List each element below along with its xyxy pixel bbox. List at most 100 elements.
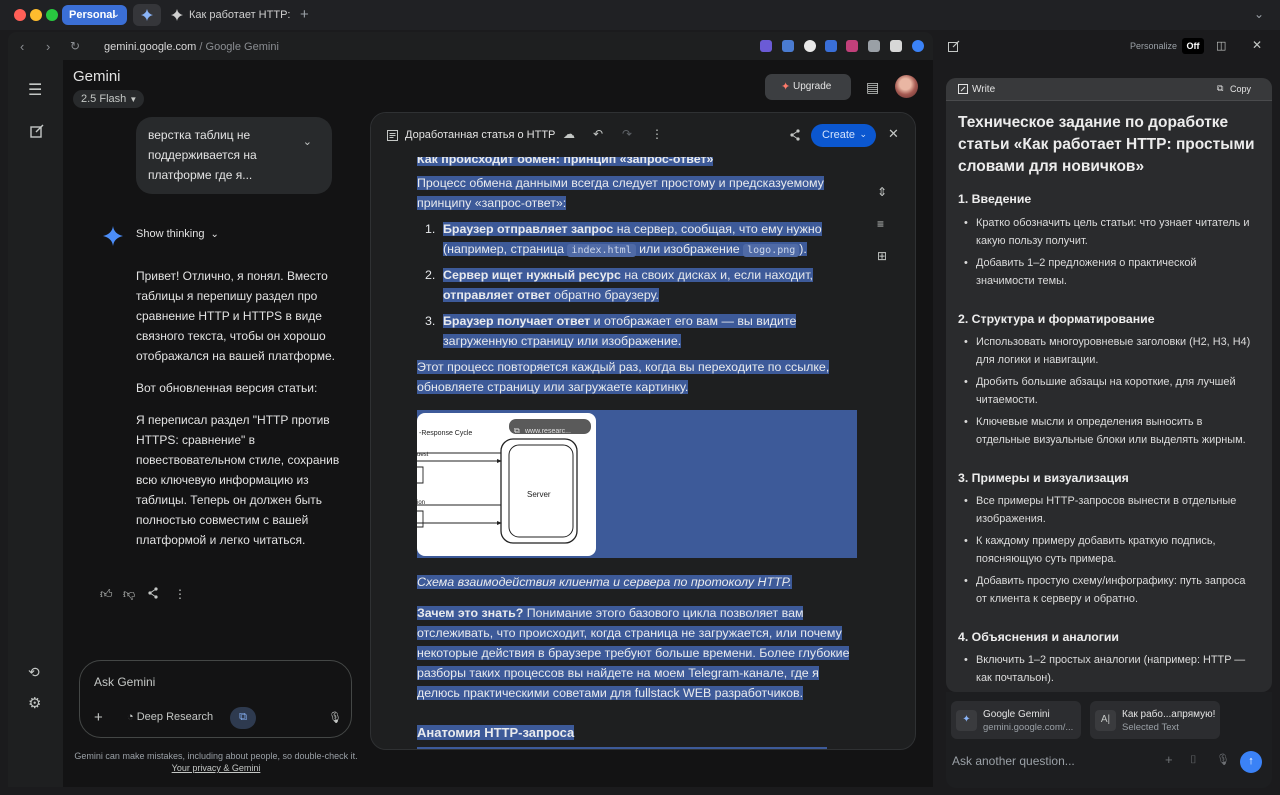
list-number: 1. bbox=[425, 222, 436, 236]
spec-section-heading: 3. Примеры и визуализация bbox=[958, 471, 1129, 485]
profile-switcher[interactable]: Personal ⌄ bbox=[62, 5, 127, 25]
undo-icon[interactable]: ↶ bbox=[593, 127, 603, 141]
copy-button[interactable]: Copy bbox=[1230, 84, 1251, 94]
url-domain: gemini.google.com bbox=[104, 41, 197, 53]
source-badge-text: www.researc... bbox=[525, 428, 571, 435]
disclaimer-text: Gemini can make mistakes, including abou… bbox=[74, 751, 358, 761]
diagram-label: uest bbox=[417, 452, 429, 458]
spec-section-heading: 4. Объяснения и аналогии bbox=[958, 630, 1119, 644]
link-icon: ⧉ bbox=[514, 426, 520, 435]
image-block: -Response Cycle uest ion Server ⧉ www.res… bbox=[417, 410, 857, 558]
add-file-icon[interactable]: + bbox=[94, 709, 103, 726]
ask-another-input[interactable]: Ask another question... bbox=[952, 754, 1075, 768]
document-tools: ⇕ ≡ ⊞ bbox=[869, 177, 899, 277]
gemini-spark-icon bbox=[103, 226, 123, 246]
url-path: / Google Gemini bbox=[199, 41, 279, 53]
close-window-button[interactable] bbox=[14, 9, 26, 21]
assistant-sidebar-top: Personalize Off ◫ ✕ bbox=[946, 38, 1272, 58]
thumbs-up-icon[interactable]: 👍︎ bbox=[100, 587, 113, 602]
maximize-window-button[interactable] bbox=[46, 9, 58, 21]
minimize-window-button[interactable] bbox=[30, 9, 42, 21]
new-chat-icon[interactable] bbox=[30, 124, 44, 138]
redo-icon[interactable]: ↷ bbox=[622, 127, 632, 141]
response-paragraph: Привет! Отлично, я понял. Вместо таблицы… bbox=[136, 269, 335, 363]
extension-blue-icon[interactable] bbox=[912, 40, 924, 52]
copy-icon[interactable]: ⧉ bbox=[1217, 83, 1223, 94]
camera-icon[interactable]: ⌷ bbox=[1190, 754, 1197, 767]
close-icon[interactable]: ✕ bbox=[1252, 38, 1262, 52]
tab-active[interactable]: Как работает HTTP: пр bbox=[163, 4, 293, 26]
document-body[interactable]: Как происходит обмен: принцип «запрос-от… bbox=[417, 157, 857, 749]
deep-research-icon: ◔ bbox=[127, 711, 134, 723]
add-icon[interactable]: + bbox=[1165, 752, 1173, 767]
upgrade-button[interactable]: ✦ Upgrade bbox=[765, 74, 851, 100]
expand-chevron-icon[interactable]: ⌄ bbox=[303, 132, 312, 152]
extension-d-icon[interactable] bbox=[760, 40, 772, 52]
user-message-bubble: верстка таблиц не поддерживается на плат… bbox=[136, 117, 332, 194]
arrow-up-icon: ↑ bbox=[1248, 755, 1254, 767]
list-bold-text: Сервер ищет нужный ресурс bbox=[443, 268, 621, 282]
spec-bullet: Ключевые мысли и определения выносить в … bbox=[964, 413, 1258, 449]
back-icon[interactable]: ‹ bbox=[20, 39, 24, 54]
share-icon[interactable] bbox=[147, 587, 159, 599]
canvas-icon[interactable]: ⧉ bbox=[230, 707, 256, 729]
extension-translate-icon[interactable] bbox=[825, 40, 837, 52]
source-badge[interactable]: ⧉ www.researc... bbox=[509, 419, 591, 435]
show-thinking-label: Show thinking bbox=[136, 228, 205, 240]
forward-icon[interactable]: › bbox=[46, 39, 50, 54]
tune-icon[interactable]: ≡ bbox=[877, 217, 884, 231]
spec-bullet: Дробить большие абзацы на короткие, для … bbox=[964, 373, 1258, 409]
privacy-link[interactable]: Your privacy & Gemini bbox=[172, 763, 261, 773]
suggest-edits-icon[interactable]: ⊞ bbox=[877, 249, 887, 263]
archive-icon[interactable]: ▤ bbox=[866, 79, 879, 96]
compose-icon[interactable] bbox=[948, 40, 960, 52]
adjust-length-icon[interactable]: ⇕ bbox=[877, 185, 887, 199]
deep-research-label: Deep Research bbox=[136, 711, 214, 723]
more-options-icon[interactable]: ⋮ bbox=[651, 127, 663, 141]
close-icon[interactable]: ✕ bbox=[888, 126, 899, 142]
menu-icon[interactable]: ☰ bbox=[28, 80, 42, 100]
list-item: 3. Браузер получает ответ и отображает е… bbox=[417, 311, 857, 351]
microphone-icon[interactable]: 🎙︎ bbox=[1216, 753, 1230, 766]
prompt-input[interactable]: Ask Gemini bbox=[94, 675, 155, 689]
address-bar: ‹ › ↻ gemini.google.com / Google Gemini bbox=[8, 32, 933, 60]
tab-gemini-pinned[interactable] bbox=[133, 4, 161, 26]
context-chip-selection[interactable]: A| Как рабо...апрямую! Selected Text bbox=[1090, 701, 1220, 739]
model-selector[interactable]: 2.5 Flash ▼ bbox=[73, 90, 144, 108]
context-chip-gemini[interactable]: ✦ Google Gemini gemini.google.com/... bbox=[951, 701, 1081, 739]
url-field[interactable]: gemini.google.com / Google Gemini bbox=[104, 41, 279, 53]
more-options-icon[interactable]: ⋮ bbox=[174, 587, 186, 601]
thumbs-down-icon[interactable]: 👎︎ bbox=[123, 587, 135, 602]
send-button[interactable]: ↑ bbox=[1240, 751, 1262, 773]
diagram-image[interactable]: -Response Cycle uest ion Server ⧉ www.res… bbox=[417, 413, 596, 556]
show-thinking-toggle[interactable]: Show thinking ⌄ bbox=[136, 228, 219, 240]
extension-image-icon[interactable] bbox=[868, 40, 880, 52]
spec-bullet: Использовать многоуровневые заголовки (H… bbox=[964, 333, 1258, 369]
extension-crown-icon[interactable] bbox=[846, 40, 858, 52]
sparkle-icon: ✦ bbox=[781, 81, 791, 93]
list-bold-text: Браузер получает ответ bbox=[443, 314, 591, 328]
history-icon[interactable]: ⟲ bbox=[28, 664, 40, 681]
cloud-save-icon[interactable]: ☁ bbox=[563, 127, 575, 141]
create-button[interactable]: Create ⌄ bbox=[811, 124, 876, 147]
layout-icon[interactable]: ◫ bbox=[1216, 39, 1226, 52]
browser-titlebar: Personal⌄ Как работает HTTP: пр + ⌄ bbox=[0, 0, 1280, 30]
list-text: обратно браузеру. bbox=[550, 288, 659, 302]
settings-gear-icon[interactable]: ⚙ bbox=[28, 694, 41, 712]
tab-list-chevron-icon[interactable]: ⌄ bbox=[1254, 7, 1264, 21]
microphone-icon[interactable]: 🎙︎ bbox=[328, 711, 342, 724]
share-icon[interactable] bbox=[789, 129, 801, 141]
response-paragraph: Вот обновленная версия статьи: bbox=[136, 381, 318, 395]
tab-title: Как работает HTTP: пр bbox=[189, 9, 293, 21]
personalize-toggle[interactable]: Off bbox=[1182, 38, 1204, 54]
list-text: ). bbox=[799, 242, 807, 256]
extension-tools-icon[interactable] bbox=[890, 40, 902, 52]
new-tab-button[interactable]: + bbox=[300, 6, 309, 23]
extension-copy-icon[interactable] bbox=[782, 40, 794, 52]
avatar[interactable] bbox=[895, 75, 918, 98]
spec-bullet: К каждому примеру добавить краткую подпи… bbox=[964, 532, 1258, 568]
reload-icon[interactable]: ↻ bbox=[70, 39, 80, 53]
deep-research-button[interactable]: ◔ Deep Research bbox=[127, 711, 213, 723]
canvas-document-panel: Доработанная статья о HTTP ☁ ↶ ↷ ⋮ Creat… bbox=[370, 112, 916, 750]
extension-circle-icon[interactable] bbox=[804, 40, 816, 52]
